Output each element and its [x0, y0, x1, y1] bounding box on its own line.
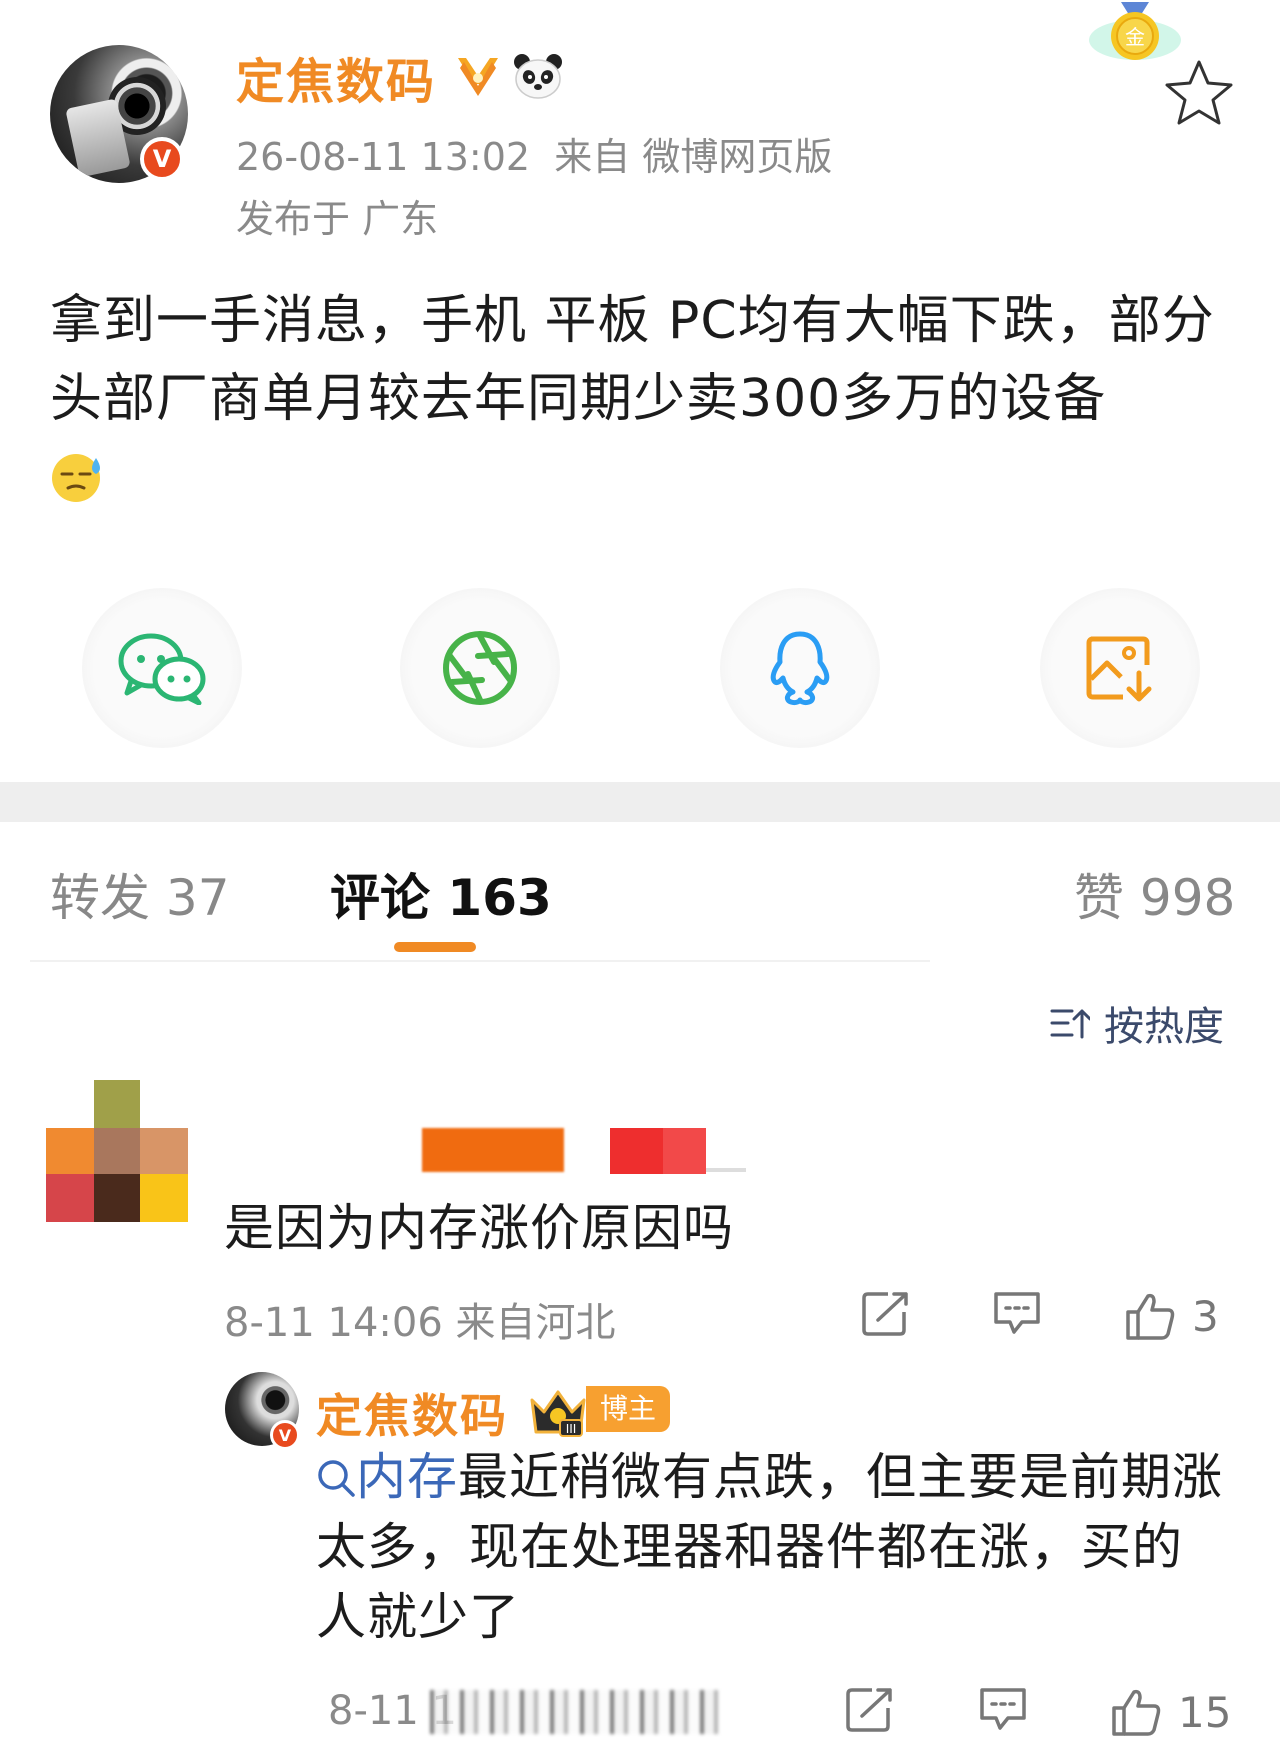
save-image-button[interactable] — [1040, 588, 1200, 748]
qq-icon — [770, 631, 830, 706]
crown-icon: III — [530, 1390, 586, 1437]
thumbs-up-icon — [1112, 1689, 1161, 1736]
comment-like-count: 3 — [1192, 1291, 1219, 1341]
comment-like-button[interactable]: 3 — [1124, 1290, 1219, 1342]
reply-author-name[interactable]: 定焦数码 — [316, 1380, 508, 1446]
sweat-emoji-icon — [52, 454, 100, 502]
reply-verified-badge: V — [270, 1420, 300, 1450]
post-text: 拿到一手消息，手机 平板 PC均有大幅下跌，部分头部厂商单月较去年同期少卖300… — [50, 291, 1215, 429]
post-location: 发布于 广东 — [236, 197, 439, 241]
comment-reply-button[interactable] — [992, 1290, 1042, 1336]
svg-text:金: 金 — [1125, 25, 1145, 49]
panda-icon — [514, 54, 562, 99]
star-icon[interactable] — [1162, 56, 1236, 130]
sort-by-hot-button[interactable]: 按热度 — [1050, 994, 1224, 1052]
commenter-name-redacted — [422, 1128, 564, 1172]
tab-comments[interactable]: 评论 163 — [330, 858, 552, 930]
comment-icon — [980, 1688, 1026, 1730]
thumbs-up-icon — [1126, 1293, 1175, 1340]
comment-repost-button[interactable] — [862, 1290, 910, 1336]
post-timestamp-source: 26-08-11 13:02 来自 微博网页版 — [236, 126, 832, 181]
author-badge-label: 博主 — [586, 1386, 671, 1432]
reply-repost-button[interactable] — [846, 1686, 894, 1732]
tab-reposts[interactable]: 转发 37 — [50, 858, 230, 930]
wechat-icon — [118, 633, 206, 705]
reply-like-button[interactable]: 15 — [1110, 1686, 1231, 1738]
author-name[interactable]: 定焦数码 — [236, 42, 436, 112]
save-image-icon — [1086, 636, 1152, 702]
verified-badge: V — [140, 137, 184, 181]
section-divider — [0, 782, 1280, 822]
vip-w-badge-icon — [458, 58, 498, 96]
commenter-avatar[interactable] — [46, 1080, 188, 1222]
comment-text: 是因为内存涨价原因吗 — [224, 1199, 734, 1257]
share-qq-button[interactable] — [720, 588, 880, 748]
post-source: 来自 微博网页版 — [554, 135, 833, 179]
redaction-smear — [706, 1168, 746, 1172]
reply-meta-redacted — [430, 1690, 720, 1734]
reply-text: 内存最近稍微有点跌，但主要是前期涨太多，现在处理器和器件都在涨，买的人就少了 — [316, 1442, 1226, 1652]
tab-divider — [30, 960, 930, 962]
comment-meta: 8-11 14:06 来自河北 — [224, 1300, 616, 1346]
repost-icon — [862, 1292, 908, 1336]
comment-icon — [994, 1292, 1040, 1334]
post-timestamp: 26-08-11 13:02 — [236, 135, 531, 179]
reply-like-count: 15 — [1178, 1687, 1232, 1737]
reply-comment-button[interactable] — [978, 1686, 1028, 1732]
tab-likes[interactable]: 赞 998 — [1074, 858, 1235, 930]
sort-label: 按热度 — [1104, 1004, 1224, 1050]
repost-icon — [846, 1688, 892, 1732]
crown-level: III — [566, 1422, 577, 1436]
share-wechat-button[interactable] — [82, 588, 242, 748]
keyword-link[interactable]: 内存 — [356, 1448, 458, 1506]
share-moments-button[interactable] — [400, 588, 560, 748]
sort-icon — [1050, 1009, 1090, 1039]
moments-icon — [443, 631, 517, 705]
search-icon — [318, 1460, 355, 1497]
commenter-badge-redacted — [610, 1128, 706, 1174]
active-tab-indicator — [394, 942, 476, 952]
